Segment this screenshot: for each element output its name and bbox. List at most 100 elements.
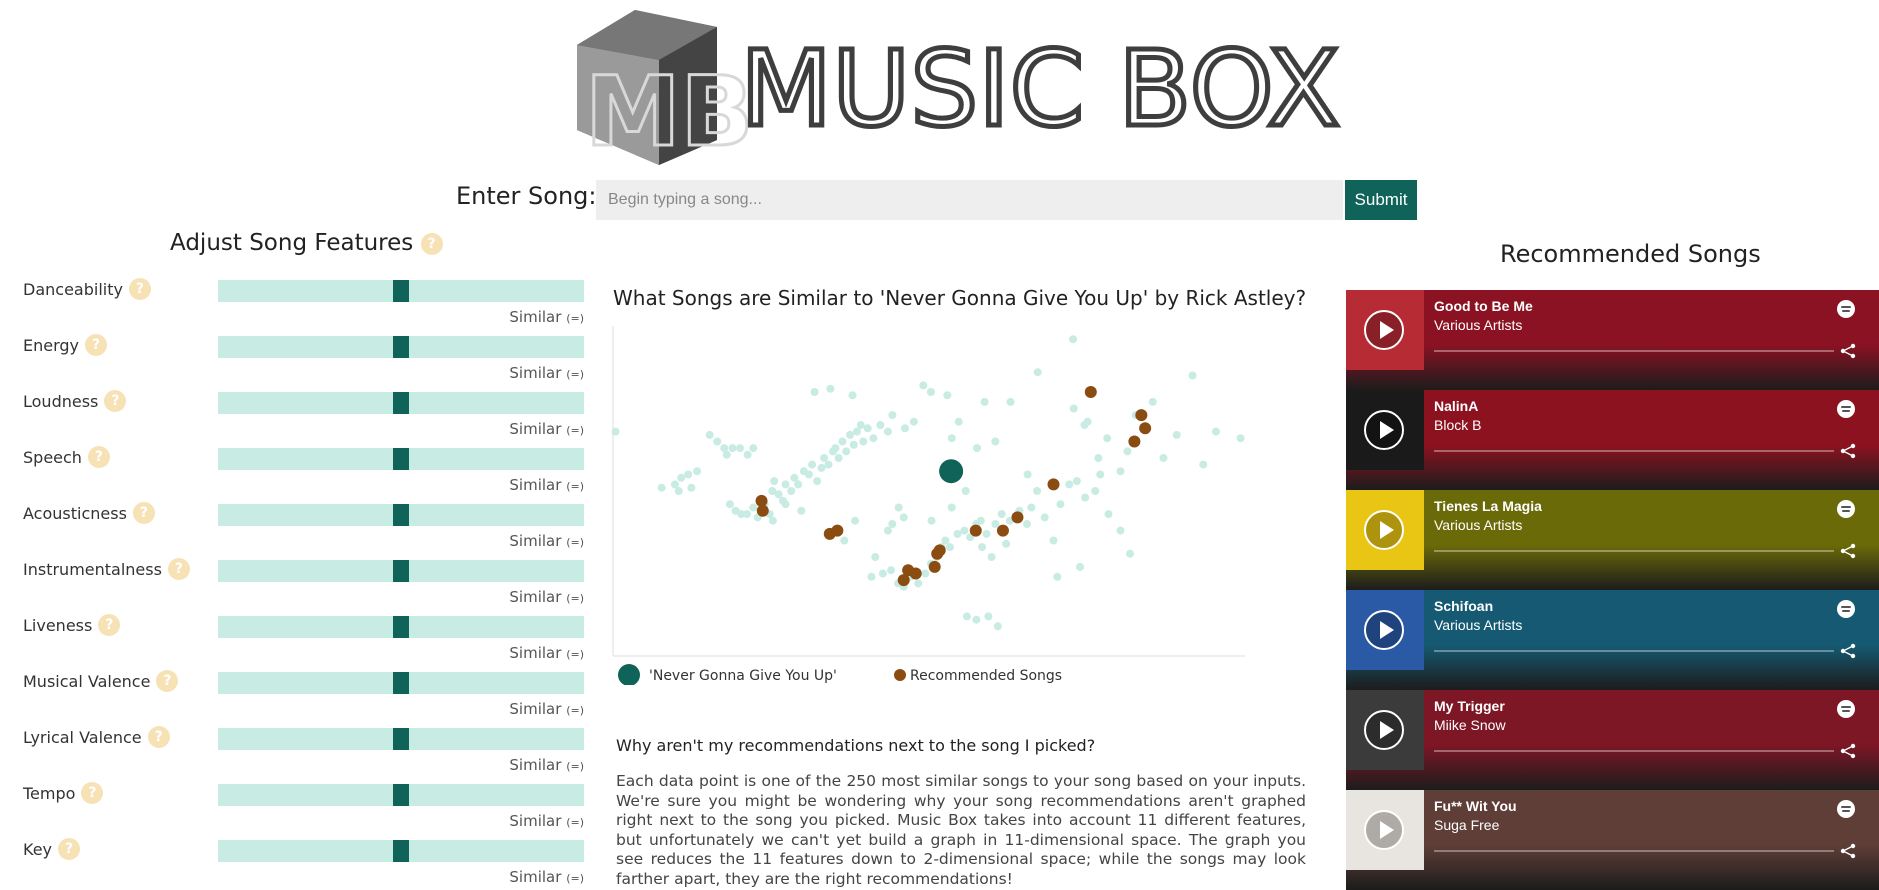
similar-song-point[interactable] xyxy=(941,536,950,545)
similar-song-point[interactable] xyxy=(1159,454,1168,462)
similar-song-point[interactable] xyxy=(705,430,714,439)
help-icon[interactable]: ? xyxy=(58,838,81,860)
similar-song-point[interactable] xyxy=(820,454,829,462)
recommended-song-point[interactable] xyxy=(969,524,982,537)
similar-song-point[interactable] xyxy=(770,477,779,486)
similar-song-point[interactable] xyxy=(960,526,969,535)
similar-song-point[interactable] xyxy=(826,384,835,393)
slider-handle[interactable] xyxy=(393,336,409,358)
similar-song-point[interactable] xyxy=(1116,467,1125,476)
similar-song-point[interactable] xyxy=(1049,536,1058,545)
similar-song-point[interactable] xyxy=(838,437,847,446)
spotify-icon[interactable] xyxy=(1837,300,1855,318)
similar-song-point[interactable] xyxy=(984,612,993,621)
similar-song-point[interactable] xyxy=(1211,427,1220,436)
similar-song-point[interactable] xyxy=(1116,526,1125,535)
similar-song-point[interactable] xyxy=(987,553,996,561)
progress-bar[interactable] xyxy=(1434,750,1834,752)
recommended-song-point[interactable] xyxy=(1135,409,1148,422)
share-icon[interactable] xyxy=(1839,443,1857,459)
recommended-song-point[interactable] xyxy=(1128,435,1141,448)
help-icon[interactable]: ? xyxy=(104,390,127,412)
feature-slider[interactable] xyxy=(218,504,584,526)
feature-slider[interactable] xyxy=(218,560,584,582)
similar-song-point[interactable] xyxy=(743,450,752,459)
similar-song-point[interactable] xyxy=(742,510,751,519)
recommended-song-point[interactable] xyxy=(1139,422,1152,435)
recommended-song-point[interactable] xyxy=(831,524,844,537)
similar-song-point[interactable] xyxy=(887,566,896,575)
slider-handle[interactable] xyxy=(393,560,409,582)
similarity-scatter-chart[interactable]: 'Never Gonna Give You Up' Recommended Son… xyxy=(605,320,1265,685)
recommended-song-card[interactable]: My Trigger Miike Snow xyxy=(1346,690,1879,790)
slider-handle[interactable] xyxy=(393,448,409,470)
recommended-song-point[interactable] xyxy=(1047,478,1060,491)
similar-song-point[interactable] xyxy=(684,470,693,479)
similar-song-point[interactable] xyxy=(976,516,985,525)
progress-bar[interactable] xyxy=(1434,550,1834,552)
similar-song-point[interactable] xyxy=(953,529,962,538)
recommended-song-card[interactable]: Tienes La Magia Various Artists xyxy=(1346,490,1879,590)
similar-song-point[interactable] xyxy=(1199,460,1208,469)
similar-song-point[interactable] xyxy=(883,526,892,535)
similar-song-point[interactable] xyxy=(867,572,876,581)
similar-song-point[interactable] xyxy=(954,417,963,426)
share-icon[interactable] xyxy=(1839,543,1857,559)
similar-song-point[interactable] xyxy=(1081,493,1090,502)
feature-slider[interactable] xyxy=(218,840,584,862)
similar-song-point[interactable] xyxy=(980,397,989,406)
similar-song-point[interactable] xyxy=(978,543,987,552)
similar-song-point[interactable] xyxy=(972,615,981,624)
similar-song-point[interactable] xyxy=(1104,510,1113,519)
similar-song-point[interactable] xyxy=(1188,371,1197,380)
similar-song-point[interactable] xyxy=(817,463,826,472)
play-icon[interactable] xyxy=(1364,310,1404,350)
feature-slider[interactable] xyxy=(218,784,584,806)
similar-song-point[interactable] xyxy=(808,460,817,469)
similar-song-point[interactable] xyxy=(849,440,858,449)
help-icon[interactable]: ? xyxy=(420,232,443,255)
similar-song-point[interactable] xyxy=(848,391,857,400)
similar-song-point[interactable] xyxy=(900,424,909,433)
similar-song-point[interactable] xyxy=(1172,430,1181,439)
similar-song-point[interactable] xyxy=(1103,434,1112,443)
progress-bar[interactable] xyxy=(1434,650,1834,652)
similar-song-point[interactable] xyxy=(993,622,1002,631)
similar-song-point[interactable] xyxy=(1123,447,1132,456)
similar-song-point[interactable] xyxy=(1069,404,1078,413)
progress-bar[interactable] xyxy=(1434,850,1834,852)
similar-song-point[interactable] xyxy=(1148,397,1157,406)
similar-song-point[interactable] xyxy=(1080,421,1089,429)
similar-song-point[interactable] xyxy=(1096,470,1105,479)
help-icon[interactable]: ? xyxy=(98,614,121,636)
similar-song-point[interactable] xyxy=(749,444,758,453)
similar-song-point[interactable] xyxy=(1072,477,1081,486)
help-icon[interactable]: ? xyxy=(87,446,110,468)
similar-song-point[interactable] xyxy=(794,480,803,489)
play-icon[interactable] xyxy=(1364,810,1404,850)
similar-song-point[interactable] xyxy=(846,430,854,439)
share-icon[interactable] xyxy=(1839,843,1857,859)
similar-song-point[interactable] xyxy=(677,473,686,482)
selected-song-point[interactable] xyxy=(939,459,964,484)
spotify-icon[interactable] xyxy=(1837,400,1855,418)
recommended-song-point[interactable] xyxy=(933,544,946,557)
similar-song-point[interactable] xyxy=(768,516,777,525)
similar-song-point[interactable] xyxy=(962,612,971,621)
similar-song-point[interactable] xyxy=(1033,487,1042,495)
slider-handle[interactable] xyxy=(393,280,409,302)
progress-bar[interactable] xyxy=(1434,450,1834,452)
similar-song-point[interactable] xyxy=(869,434,878,443)
similar-song-point[interactable] xyxy=(804,470,813,479)
spotify-icon[interactable] xyxy=(1837,700,1855,718)
spotify-icon[interactable] xyxy=(1837,800,1855,818)
similar-song-point[interactable] xyxy=(947,434,956,443)
similar-song-point[interactable] xyxy=(693,467,702,476)
similar-song-point[interactable] xyxy=(834,454,843,462)
help-icon[interactable]: ? xyxy=(128,278,151,300)
similar-song-point[interactable] xyxy=(947,503,956,512)
spotify-icon[interactable] xyxy=(1837,500,1855,518)
help-icon[interactable]: ? xyxy=(85,334,108,356)
feature-slider[interactable] xyxy=(218,672,584,694)
similar-song-point[interactable] xyxy=(927,516,936,525)
